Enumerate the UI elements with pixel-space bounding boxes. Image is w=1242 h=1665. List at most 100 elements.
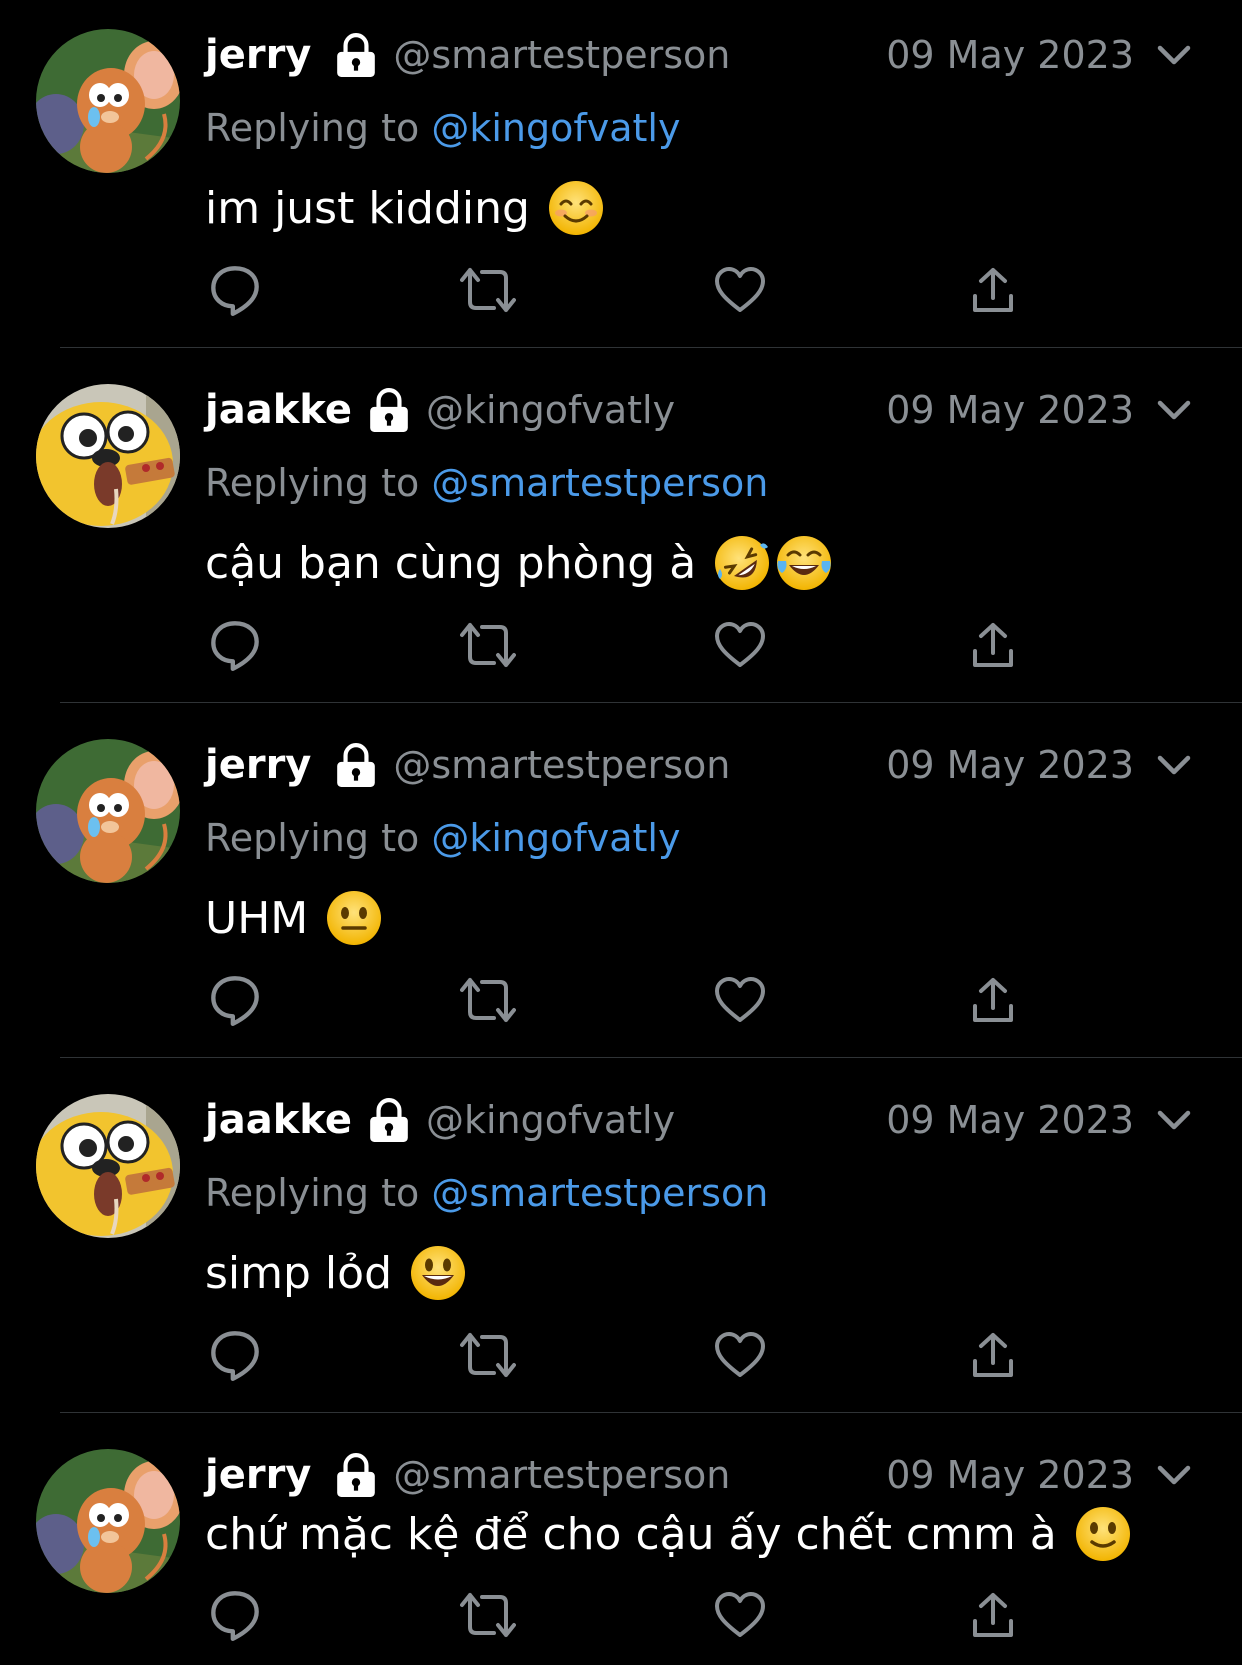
- tweet-text: im just kidding: [205, 178, 604, 238]
- display-name[interactable]: jerry: [205, 742, 311, 788]
- share-button[interactable]: [963, 615, 1023, 675]
- lock-icon: [333, 32, 379, 78]
- tweet[interactable]: jerry @smartestperson 09 May 2023 Replyi…: [0, 0, 1242, 348]
- user-handle[interactable]: @smartestperson: [393, 33, 730, 77]
- display-name[interactable]: jerry: [205, 32, 311, 78]
- retweet-button[interactable]: [458, 970, 518, 1030]
- mention-link[interactable]: @kingofvatly: [431, 816, 680, 860]
- jake-dog-avatar: [36, 384, 180, 528]
- user-handle[interactable]: @smartestperson: [393, 743, 730, 787]
- retweet-button[interactable]: [458, 1585, 518, 1645]
- avatar[interactable]: [36, 739, 180, 883]
- like-icon: [714, 266, 766, 314]
- like-button[interactable]: [710, 970, 770, 1030]
- retweet-icon: [460, 1331, 516, 1379]
- mention-link[interactable]: @smartestperson: [431, 1171, 768, 1215]
- avatar[interactable]: [36, 1094, 180, 1238]
- replying-label: Replying to: [205, 816, 420, 860]
- chevron-down-icon[interactable]: [1154, 1092, 1194, 1148]
- replying-to: Replying to @kingofvatly: [205, 816, 680, 860]
- tweet-date: 09 May 2023: [886, 388, 1134, 432]
- like-icon: [714, 976, 766, 1024]
- retweet-button[interactable]: [458, 260, 518, 320]
- display-name[interactable]: jaakke: [205, 1097, 352, 1143]
- tweet-text-content: chứ mặc kệ để cho cậu ấy chết cmm à: [205, 1508, 1057, 1560]
- avatar[interactable]: [36, 1449, 180, 1593]
- share-button[interactable]: [963, 1325, 1023, 1385]
- chevron-down-icon[interactable]: [1154, 1447, 1194, 1503]
- divider: [60, 347, 1242, 348]
- tweet-actions: [0, 1325, 1242, 1385]
- retweet-button[interactable]: [458, 615, 518, 675]
- share-button[interactable]: [963, 260, 1023, 320]
- reply-button[interactable]: [205, 970, 265, 1030]
- tweet-date: 09 May 2023: [886, 743, 1134, 787]
- reply-button[interactable]: [205, 260, 265, 320]
- tweet-text: UHM: [205, 888, 382, 948]
- reply-icon: [209, 1589, 261, 1641]
- retweet-button[interactable]: [458, 1325, 518, 1385]
- retweet-icon: [460, 621, 516, 669]
- tweet-header: jerry @smartestperson: [205, 27, 730, 83]
- chevron-down-icon[interactable]: [1154, 382, 1194, 438]
- tweet-text-content: UHM: [205, 892, 309, 944]
- replying-label: Replying to: [205, 1171, 420, 1215]
- chevron-down-icon[interactable]: [1154, 27, 1194, 83]
- like-icon: [714, 1591, 766, 1639]
- mention-link[interactable]: @kingofvatly: [431, 106, 680, 150]
- chevron-down-icon[interactable]: [1154, 737, 1194, 793]
- jerry-mouse-avatar: [36, 29, 180, 173]
- tweet-date: 09 May 2023: [886, 1098, 1134, 1142]
- lock-icon: [366, 387, 412, 433]
- share-button[interactable]: [963, 1585, 1023, 1645]
- tweet-header: jerry @smartestperson: [205, 737, 730, 793]
- smiling-face-icon: [548, 180, 604, 236]
- tweet[interactable]: jerry @smartestperson 09 May 2023 Replyi…: [0, 710, 1242, 1058]
- like-button[interactable]: [710, 260, 770, 320]
- share-icon: [969, 1331, 1017, 1379]
- user-handle[interactable]: @smartestperson: [393, 1453, 730, 1497]
- tweet-text-content: im just kidding: [205, 182, 530, 234]
- tweet-actions: [0, 615, 1242, 675]
- tweet-text-content: cậu bạn cùng phòng à: [205, 537, 697, 589]
- retweet-icon: [460, 976, 516, 1024]
- share-button[interactable]: [963, 970, 1023, 1030]
- replying-to: Replying to @kingofvatly: [205, 106, 680, 150]
- like-button[interactable]: [710, 1325, 770, 1385]
- reply-button[interactable]: [205, 1585, 265, 1645]
- slightly-smiling-icon: [1075, 1506, 1131, 1562]
- tweet-text-content: simp lỏd: [205, 1247, 392, 1299]
- lock-icon: [333, 742, 379, 788]
- lock-icon: [333, 1452, 379, 1498]
- reply-button[interactable]: [205, 615, 265, 675]
- tweet-text: chứ mặc kệ để cho cậu ấy chết cmm à: [205, 1504, 1131, 1564]
- mention-link[interactable]: @smartestperson: [431, 461, 768, 505]
- tweet[interactable]: jerry @smartestperson 09 May 2023 chứ mặ…: [0, 1420, 1242, 1665]
- tweet-header: jaakke @kingofvatly: [205, 382, 675, 438]
- tweet-actions: [0, 1585, 1242, 1645]
- like-button[interactable]: [710, 615, 770, 675]
- tweet-text: cậu bạn cùng phòng à: [205, 533, 832, 593]
- avatar[interactable]: [36, 384, 180, 528]
- tweet[interactable]: jaakke @kingofvatly 09 May 2023 Replying…: [0, 1065, 1242, 1413]
- reply-button[interactable]: [205, 1325, 265, 1385]
- jerry-mouse-avatar: [36, 739, 180, 883]
- replying-to: Replying to @smartestperson: [205, 461, 768, 505]
- reply-icon: [209, 1329, 261, 1381]
- rolling-laughing-icon: [714, 535, 770, 591]
- display-name[interactable]: jerry: [205, 1452, 311, 1498]
- share-icon: [969, 621, 1017, 669]
- display-name[interactable]: jaakke: [205, 387, 352, 433]
- reply-icon: [209, 619, 261, 671]
- tweet[interactable]: jaakke @kingofvatly 09 May 2023 Replying…: [0, 355, 1242, 703]
- share-icon: [969, 1591, 1017, 1639]
- tweet-text: simp lỏd: [205, 1243, 466, 1303]
- user-handle[interactable]: @kingofvatly: [426, 1098, 675, 1142]
- divider: [60, 1057, 1242, 1058]
- user-handle[interactable]: @kingofvatly: [426, 388, 675, 432]
- share-icon: [969, 266, 1017, 314]
- replying-label: Replying to: [205, 461, 420, 505]
- avatar[interactable]: [36, 29, 180, 173]
- like-button[interactable]: [710, 1585, 770, 1645]
- replying-label: Replying to: [205, 106, 420, 150]
